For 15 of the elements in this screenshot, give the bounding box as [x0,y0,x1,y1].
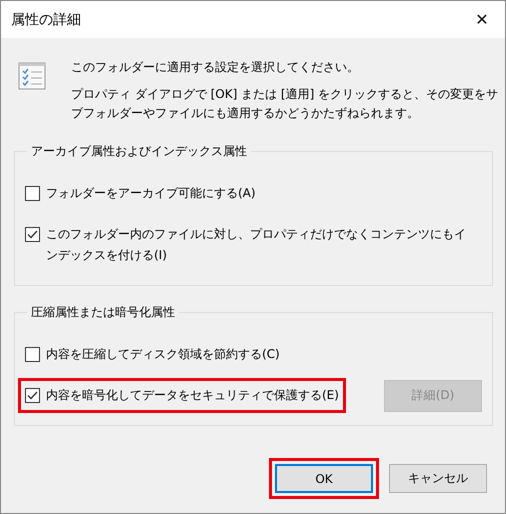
group-title: アーカイブ属性およびインデックス属性 [30,143,248,160]
instruction-text: プロパティ ダイアログで [OK] または [適用] をクリックすると、その変更をサブフォルダーやファイルにも適用するかどうかたずねられます。 [71,86,500,122]
cancel-button[interactable]: キャンセル [389,464,487,493]
checkbox[interactable]: このフォルダー内のファイルに対し、プロパティだけでなくコンテンツにもインデックスを付ける(I) [18,217,482,273]
checkbox[interactable]: 内容を圧縮してディスク領域を節約する(C) [18,337,287,372]
ok-button[interactable]: OK [275,464,373,493]
checkbox[interactable]: フォルダーをアーカイブ可能にする(A) [18,176,263,211]
instruction-text: このフォルダーに適用する設定を選択してください。 [71,59,360,76]
close-button[interactable]: ✕ [459,1,505,38]
checklist-icon [18,62,46,90]
checkmark-icon [27,391,38,400]
checkmark-icon [27,230,38,239]
group-title: 圧縮属性または暗号化属性 [30,304,176,321]
window-title: 属性の詳細 [11,10,81,28]
highlighted-checkbox[interactable]: 内容を暗号化してデータをセキュリティで保護する(E) [18,378,346,413]
